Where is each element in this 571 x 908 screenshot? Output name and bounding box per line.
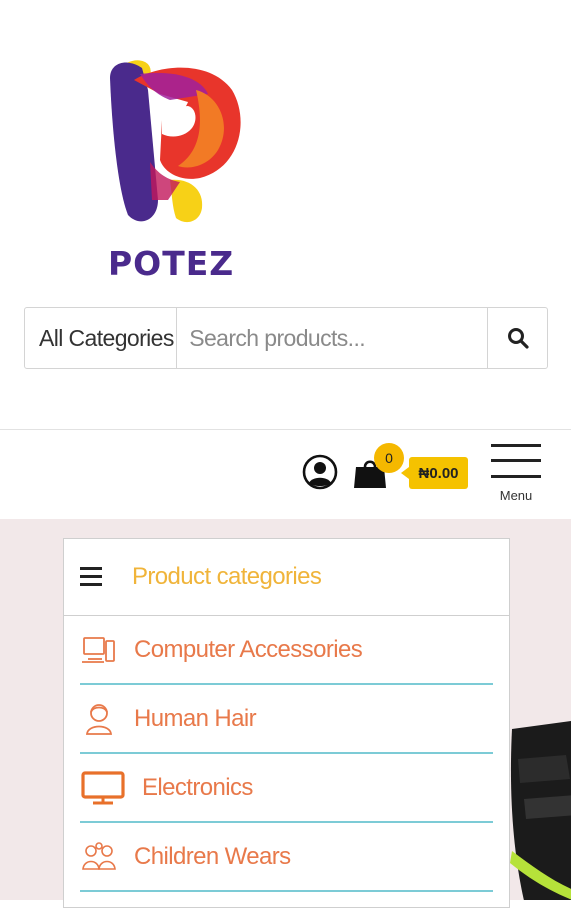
header-divider bbox=[0, 429, 571, 430]
category-label: Human Hair bbox=[134, 704, 257, 732]
menu-label: Menu bbox=[499, 488, 533, 503]
cart-total[interactable]: ₦0.00 bbox=[401, 457, 468, 489]
search-icon bbox=[507, 328, 529, 349]
cart-count-badge: 0 bbox=[374, 443, 404, 473]
potez-logo-mark bbox=[110, 60, 241, 223]
categories-title: Product categories bbox=[132, 563, 322, 590]
menu-button[interactable]: Menu bbox=[489, 444, 543, 504]
brand-name: POTEZ bbox=[108, 244, 235, 283]
category-label: Computer Accessories bbox=[134, 635, 363, 663]
menu-bar-icon bbox=[491, 459, 541, 462]
category-item-electronics[interactable]: Electronics bbox=[80, 754, 493, 823]
product-search-bar: All Categories bbox=[24, 307, 548, 369]
person-icon bbox=[80, 702, 118, 736]
category-label: Electronics bbox=[142, 773, 253, 801]
category-list: Computer Accessories Human Hair Electron… bbox=[64, 616, 509, 892]
category-item-computer-accessories[interactable]: Computer Accessories bbox=[80, 616, 493, 685]
user-circle-icon[interactable] bbox=[302, 454, 338, 490]
monitor-icon bbox=[80, 770, 126, 805]
menu-bar-icon bbox=[491, 475, 541, 478]
search-button[interactable] bbox=[487, 308, 547, 368]
menu-bar-icon bbox=[491, 444, 541, 447]
site-logo[interactable]: POTEZ bbox=[100, 50, 250, 290]
search-input[interactable] bbox=[177, 308, 488, 368]
category-select[interactable]: All Categories bbox=[25, 308, 178, 368]
category-item-children-wears[interactable]: Children Wears bbox=[80, 823, 493, 892]
sneaker-image bbox=[510, 721, 571, 900]
category-item-human-hair[interactable]: Human Hair bbox=[80, 685, 493, 754]
categories-header[interactable]: Product categories bbox=[64, 539, 509, 616]
children-icon bbox=[80, 840, 118, 874]
computer-icon bbox=[80, 633, 118, 667]
product-categories-panel: Product categories Computer Accessories bbox=[63, 538, 510, 908]
hamburger-icon bbox=[80, 567, 104, 587]
category-label: Children Wears bbox=[134, 842, 291, 870]
